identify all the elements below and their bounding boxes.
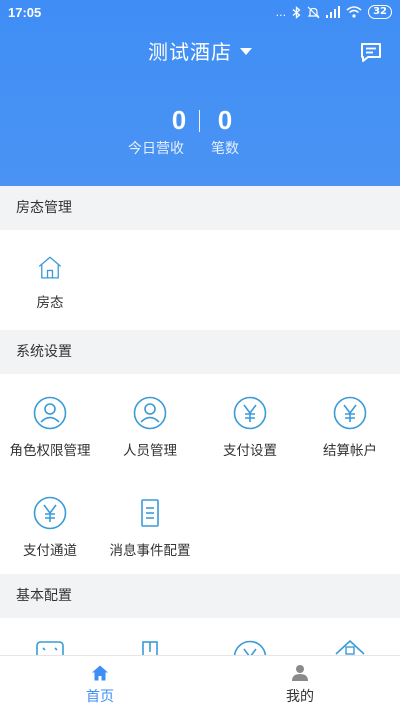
caret-down-icon [240,48,252,55]
stat-count-label: 笔数 [211,141,239,157]
mute-icon [307,6,320,18]
section-header-basic: 基本配置 [0,574,400,618]
user-circle-icon [133,396,167,430]
section-header-room: 房态管理 [0,186,400,230]
grid-label: 房态 [36,295,64,311]
stats-panel: 0 今日营收 0 笔数 [0,104,400,164]
hotel-name: 测试酒店 [148,40,232,64]
message-icon[interactable] [360,41,382,63]
bottom-tab-bar: 首页 我的 [0,655,400,711]
title-row: 测试酒店 [0,36,400,65]
grid-item-staff[interactable]: 人员管理 [100,396,200,459]
tab-label: 我的 [286,689,314,705]
section-system: 角色权限管理 人员管理 支付设置 结算帐户 支付通道 消息事件配置 [0,374,400,574]
stat-divider [199,110,200,132]
document-icon [141,499,159,527]
yen-circle-icon [33,496,67,530]
yen-circle-icon [233,396,267,430]
door-icon[interactable] [138,640,162,655]
bluetooth-icon [292,5,301,19]
grid-label: 角色权限管理 [9,443,91,459]
grid-label: 人员管理 [123,443,177,459]
home-icon [92,665,108,681]
signal-dots: ... [275,5,287,19]
section-header-system: 系统设置 [0,330,400,374]
app-header: 17:05 ... 32 测试酒店 0 今日营收 0 笔数 [0,0,400,186]
building-icon[interactable] [333,638,367,655]
yen-circle-icon[interactable] [233,640,267,655]
house-icon [38,256,62,279]
grid-item-payment-settings[interactable]: 支付设置 [200,396,300,459]
grid-label: 结算帐户 [323,443,377,459]
section-room: 房态 [0,230,400,330]
status-bar: 17:05 ... 32 [0,0,400,26]
grid-item-room-status[interactable]: 房态 [0,254,100,311]
stat-count: 0 笔数 [205,104,245,158]
tab-label: 首页 [86,689,114,705]
person-icon [292,665,308,681]
grid-item-settlement-account[interactable]: 结算帐户 [300,396,400,459]
status-icons: ... 32 [276,5,392,19]
grid-label: 支付设置 [223,443,277,459]
status-time: 17:05 [8,5,42,20]
bed-icon[interactable] [34,640,66,655]
user-circle-icon [33,396,67,430]
grid-item-message-event[interactable]: 消息事件配置 [100,496,200,559]
hotel-selector[interactable]: 测试酒店 [148,36,252,65]
tab-mine[interactable]: 我的 [200,656,400,711]
wifi-icon [346,6,362,18]
section-basic [0,618,400,655]
tab-home[interactable]: 首页 [0,656,200,711]
grid-label: 支付通道 [23,543,77,559]
yen-circle-icon [333,396,367,430]
grid-label: 消息事件配置 [109,543,191,559]
cell-signal-icon [326,6,341,18]
stat-revenue-label: 今日营收 [128,141,184,157]
grid-item-role-permission[interactable]: 角色权限管理 [0,396,100,459]
grid-item-payment-channel[interactable]: 支付通道 [0,496,100,559]
stat-count-value: 0 [217,105,233,135]
battery-indicator: 32 [368,5,392,19]
